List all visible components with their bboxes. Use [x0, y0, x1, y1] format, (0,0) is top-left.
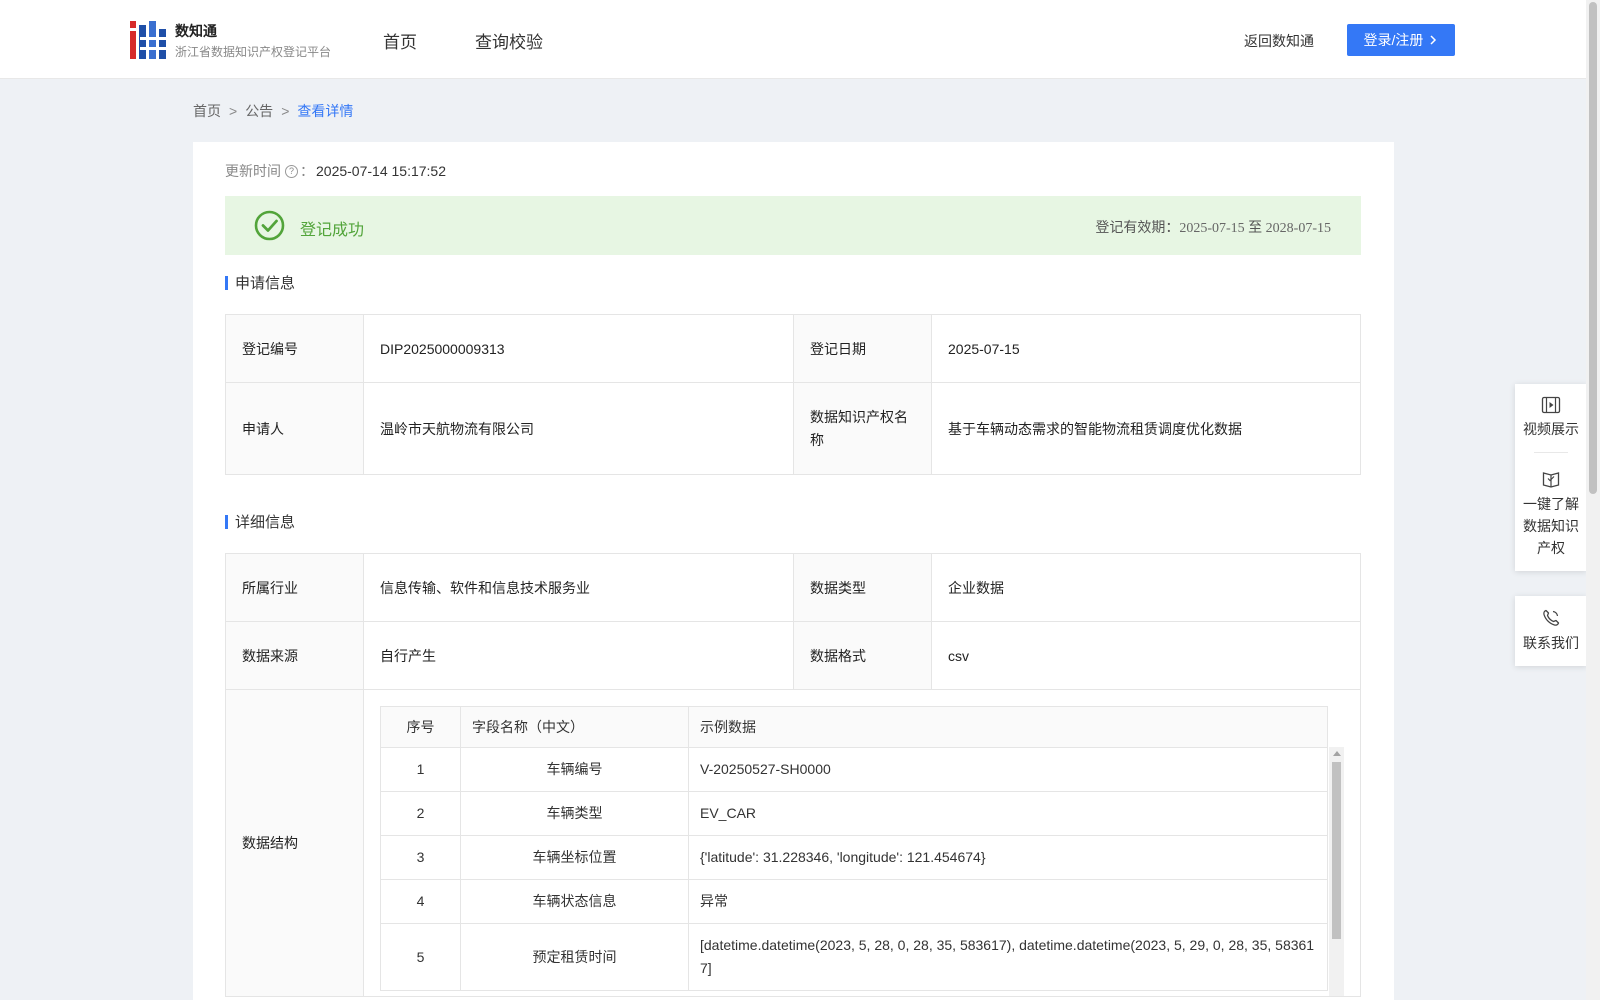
column-header-field-name: 字段名称（中文）	[460, 706, 689, 748]
row-field-name: 车辆编号	[460, 747, 689, 792]
field-label: 数据格式	[793, 621, 932, 690]
field-value: 自行产生	[363, 621, 794, 690]
validity-label: 登记有效期：	[1095, 219, 1180, 235]
row-field-name: 预定租赁时间	[460, 923, 689, 991]
validity-period: 登记有效期：2025-07-15 至 2028-07-15	[1095, 217, 1331, 237]
video-showcase-button[interactable]: 视频展示	[1515, 384, 1587, 452]
row-field-name: 车辆坐标位置	[460, 835, 689, 880]
field-value: 2025-07-15	[931, 314, 1361, 383]
data-structure-cell: 序号 字段名称（中文） 示例数据 1 车辆编号 V-20250527-SH000…	[363, 689, 1361, 997]
structure-row: 2 车辆类型 EV_CAR	[380, 791, 1328, 836]
table-row: 申请人 温岭市天航物流有限公司 数据知识产权名称 基于车辆动态需求的智能物流租赁…	[225, 382, 1361, 475]
row-field-name: 车辆状态信息	[460, 879, 689, 924]
field-value: 企业数据	[931, 553, 1361, 622]
structure-row: 3 车辆坐标位置 {'latitude': 31.228346, 'longit…	[380, 835, 1328, 880]
field-label: 数据类型	[793, 553, 932, 622]
contact-us-label: 联系我们	[1523, 635, 1579, 651]
breadcrumb-separator: >	[281, 103, 290, 119]
validity-from: 2025-07-15	[1179, 221, 1245, 236]
status-banner: 登记成功 登记有效期：2025-07-15 至 2028-07-15	[225, 196, 1361, 255]
check-circle-icon	[254, 210, 285, 241]
film-icon	[1541, 396, 1561, 414]
help-icon[interactable]: ?	[285, 164, 298, 178]
login-register-label: 登录/注册	[1363, 32, 1424, 48]
breadcrumb: 首页 > 公告 > 查看详情	[193, 101, 359, 121]
field-label: 数据知识产权名称	[793, 382, 932, 475]
column-header-sample: 示例数据	[688, 706, 1328, 748]
row-field-name: 车辆类型	[460, 791, 689, 836]
field-label: 登记编号	[225, 314, 364, 383]
row-sample: {'latitude': 31.228346, 'longitude': 121…	[688, 835, 1328, 880]
contact-us-panel: 联系我们	[1515, 596, 1587, 666]
learn-ip-label: 一键了解数据知识产权	[1523, 496, 1579, 556]
structure-header-row: 序号 字段名称（中文） 示例数据	[380, 706, 1328, 748]
table-row: 登记编号 DIP2025000009313 登记日期 2025-07-15	[225, 314, 1361, 383]
logo-title: 数知通	[175, 23, 217, 39]
field-label: 所属行业	[225, 553, 364, 622]
structure-row: 4 车辆状态信息 异常	[380, 879, 1328, 924]
row-sample: V-20250527-SH0000	[688, 747, 1328, 792]
table-row: 数据结构 序号 字段名称（中文） 示例数据 1 车辆编号 V-20250527-…	[225, 689, 1361, 997]
table-row: 数据来源 自行产生 数据格式 csv	[225, 621, 1361, 690]
detail-info-table: 所属行业 信息传输、软件和信息技术服务业 数据类型 企业数据 数据来源 自行产生…	[225, 553, 1361, 997]
logo-icon[interactable]	[130, 21, 166, 59]
structure-scrollbar[interactable]	[1329, 747, 1344, 996]
floating-side-panel: 视频展示 一键了解数据知识产权	[1515, 384, 1587, 571]
book-icon	[1542, 472, 1560, 488]
table-row: 所属行业 信息传输、软件和信息技术服务业 数据类型 企业数据	[225, 553, 1361, 622]
field-value: 基于车辆动态需求的智能物流租赁调度优化数据	[931, 382, 1361, 475]
status-text: 登记成功	[300, 222, 365, 239]
breadcrumb-home[interactable]: 首页	[193, 103, 221, 119]
data-structure-table: 序号 字段名称（中文） 示例数据 1 车辆编号 V-20250527-SH000…	[380, 706, 1328, 991]
row-sample: [datetime.datetime(2023, 5, 28, 0, 28, 3…	[688, 923, 1328, 991]
login-register-button[interactable]: 登录/注册	[1347, 24, 1455, 56]
apply-info-table: 登记编号 DIP2025000009313 登记日期 2025-07-15 申请…	[225, 314, 1361, 475]
column-header-index: 序号	[380, 706, 461, 748]
update-time-label: 更新时间	[225, 163, 281, 179]
page-scrollbar[interactable]	[1586, 0, 1600, 1000]
row-index: 3	[380, 835, 461, 880]
contact-us-button[interactable]: 联系我们	[1515, 596, 1587, 666]
breadcrumb-separator: >	[229, 103, 238, 119]
row-sample: EV_CAR	[688, 791, 1328, 836]
field-label: 申请人	[225, 382, 364, 475]
validity-to-word: 至	[1248, 219, 1263, 235]
scroll-up-arrow-icon[interactable]	[1333, 751, 1341, 756]
data-structure-scroll[interactable]: 序号 字段名称（中文） 示例数据 1 车辆编号 V-20250527-SH000…	[380, 706, 1344, 996]
update-time-colon: ：	[300, 163, 314, 179]
chevron-right-icon	[1430, 35, 1437, 45]
detail-card: 更新时间 ? ： 2025-07-14 15:17:52 登记成功 登记有效期：…	[193, 142, 1394, 1000]
row-index: 5	[380, 923, 461, 991]
field-label: 登记日期	[793, 314, 932, 383]
validity-to: 2028-07-15	[1265, 221, 1331, 236]
update-time-value: 2025-07-14 15:17:52	[316, 163, 446, 179]
field-label: 数据来源	[225, 621, 364, 690]
row-index: 4	[380, 879, 461, 924]
row-sample: 异常	[688, 879, 1328, 924]
nav-query-verify[interactable]: 查询校验	[475, 28, 543, 53]
video-showcase-label: 视频展示	[1523, 421, 1579, 437]
field-value: DIP2025000009313	[363, 314, 794, 383]
update-time-row: 更新时间 ? ： 2025-07-14 15:17:52	[225, 161, 446, 181]
field-label: 数据结构	[225, 689, 364, 997]
structure-row: 5 预定租赁时间 [datetime.datetime(2023, 5, 28,…	[380, 923, 1328, 991]
breadcrumb-notice[interactable]: 公告	[245, 103, 273, 119]
breadcrumb-current: 查看详情	[297, 103, 354, 119]
field-value: csv	[931, 621, 1361, 690]
structure-scroll-thumb[interactable]	[1332, 762, 1341, 939]
page-scroll-thumb[interactable]	[1589, 2, 1597, 494]
top-header: 数知通 浙江省数据知识产权登记平台 首页 查询校验 返回数知通 登录/注册	[0, 0, 1586, 79]
field-value: 温岭市天航物流有限公司	[363, 382, 794, 475]
back-to-shuzhitong-link[interactable]: 返回数知通	[1244, 31, 1314, 51]
row-index: 2	[380, 791, 461, 836]
row-index: 1	[380, 747, 461, 792]
logo-subtitle: 浙江省数据知识产权登记平台	[175, 45, 332, 59]
phone-icon	[1543, 609, 1560, 626]
apply-section-title: 申请信息	[225, 272, 295, 293]
structure-row: 1 车辆编号 V-20250527-SH0000	[380, 747, 1328, 792]
field-value: 信息传输、软件和信息技术服务业	[363, 553, 794, 622]
detail-section-title: 详细信息	[225, 511, 295, 532]
learn-ip-button[interactable]: 一键了解数据知识产权	[1515, 453, 1587, 571]
nav-home[interactable]: 首页	[383, 28, 417, 53]
